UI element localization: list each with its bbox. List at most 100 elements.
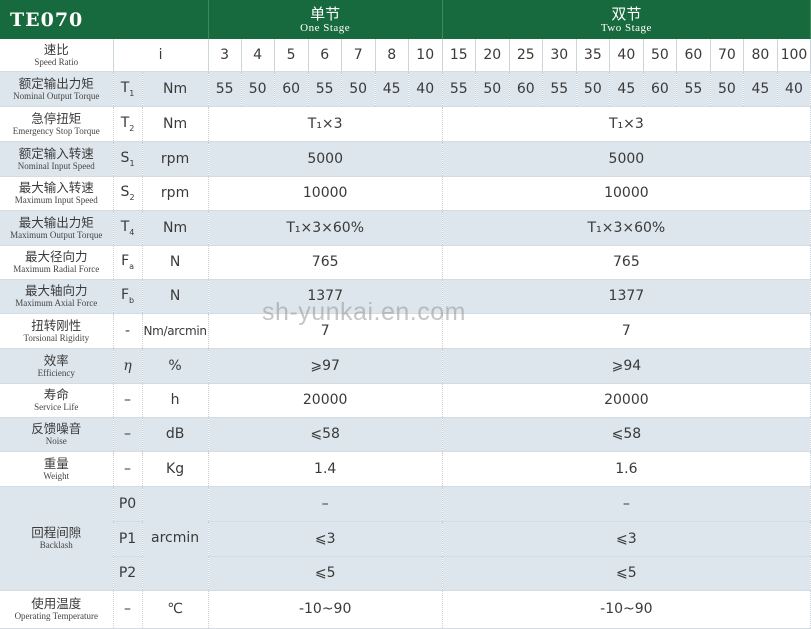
backlash-p2-label: P2 [113, 556, 143, 591]
torque-cell: 50 [241, 71, 275, 107]
life-two-stage: 20000 [442, 383, 811, 418]
unit-kg: Kg [142, 451, 209, 487]
row-noise: 反馈噪音 Noise – dB ⩽58 ⩽58 [0, 417, 811, 452]
ratio-cell: 40 [609, 39, 644, 72]
row-max-torque: 最大输出力矩 Maximum Output Torque T4 Nm T₁×3×6… [0, 210, 811, 246]
efficiency-one-stage: ⩾97 [208, 348, 443, 384]
ratio-cell: 50 [643, 39, 677, 72]
rated-speed-one-stage: 5000 [208, 141, 443, 177]
rigidity-two-stage: 7 [442, 313, 811, 349]
label-speed-ratio: 速比 Speed Ratio [0, 39, 114, 72]
symbol-dash: – [113, 383, 143, 418]
torque-cell: 55 [676, 71, 711, 107]
ratio-cell: 8 [375, 39, 409, 72]
label-rated-torque: 额定输出力矩 Nominal Output Torque [0, 71, 114, 107]
two-stage-en: Two Stage [600, 21, 652, 34]
unit-n: N [142, 279, 209, 314]
temperature-two-stage: -10~90 [442, 590, 811, 629]
backlash-p0-two-stage: – [442, 486, 811, 522]
life-one-stage: 20000 [208, 383, 443, 418]
max-torque-two-stage: T₁×3×60% [442, 210, 811, 246]
row-backlash-p1: P1 ⩽3 ⩽3 [0, 521, 811, 557]
torque-cell: 60 [643, 71, 677, 107]
symbol-dash: – [113, 590, 143, 629]
unit-h: h [142, 383, 209, 418]
torque-cell: 55 [308, 71, 342, 107]
unit-rpm: rpm [142, 141, 209, 177]
efficiency-two-stage: ⩾94 [442, 348, 811, 384]
label-weight: 重量 Weight [0, 451, 114, 487]
ratio-cell: 80 [743, 39, 778, 72]
symbol-dash: – [113, 451, 143, 487]
symbol-fa: Fa [113, 245, 143, 280]
label-max-torque: 最大输出力矩 Maximum Output Torque [0, 210, 114, 246]
symbol-dash: - [113, 313, 143, 349]
one-stage-header: 单节 One Stage [208, 0, 443, 39]
unit-rpm: rpm [142, 176, 209, 211]
backlash-p0-label: P0 [113, 486, 143, 522]
ratio-cell: 3 [208, 39, 242, 72]
one-stage-en: One Stage [300, 21, 351, 34]
label-temperature: 使用温度 Operating Temperature [0, 590, 114, 629]
backlash-p2-two-stage: ⩽5 [442, 556, 811, 591]
backlash-p1-two-stage: ⩽3 [442, 521, 811, 557]
unit-n: N [142, 245, 209, 280]
symbol-dash: – [113, 417, 143, 452]
label-rigidity: 扭转刚性 Torsional Rigidity [0, 313, 114, 349]
radial-two-stage: 765 [442, 245, 811, 280]
radial-one-stage: 765 [208, 245, 443, 280]
row-speed-ratio: 速比 Speed Ratio i 3 4 5 6 7 8 10 15 20 25 … [0, 39, 811, 72]
unit-celsius: ℃ [142, 590, 209, 629]
emergency-one-stage: T₁×3 [208, 106, 443, 142]
label-radial-force: 最大径向力 Maximum Radial Force [0, 245, 114, 280]
symbol-eta: η [113, 348, 143, 384]
ratio-cell: 6 [308, 39, 342, 72]
two-stage-header: 双节 Two Stage [442, 0, 811, 39]
label-service-life: 寿命 Service Life [0, 383, 114, 418]
torque-cell: 45 [375, 71, 409, 107]
unit-nm: Nm [142, 71, 209, 107]
row-emergency-torque: 急停扭矩 Emergency Stop Torque T2 Nm T₁×3 T₁×… [0, 106, 811, 142]
row-efficiency: 效率 Efficiency η % ⩾97 ⩾94 [0, 348, 811, 384]
symbol-fb: Fb [113, 279, 143, 314]
weight-one-stage: 1.4 [208, 451, 443, 487]
ratio-cell: 60 [676, 39, 711, 72]
max-torque-one-stage: T₁×3×60% [208, 210, 443, 246]
label-rated-speed: 额定输入转速 Nominal Input Speed [0, 141, 114, 177]
ratio-cell: 5 [274, 39, 309, 72]
row-temperature: 使用温度 Operating Temperature – ℃ -10~90 -10… [0, 590, 811, 629]
unit-percent: % [142, 348, 209, 384]
unit-db: dB [142, 417, 209, 452]
torque-cell: 40 [777, 71, 811, 107]
torque-cell: 50 [475, 71, 510, 107]
torque-cell: 40 [408, 71, 443, 107]
temperature-one-stage: -10~90 [208, 590, 443, 629]
torque-cell: 60 [274, 71, 309, 107]
label-efficiency: 效率 Efficiency [0, 348, 114, 384]
torque-cell: 50 [710, 71, 744, 107]
symbol-t4: T4 [113, 210, 143, 246]
torque-cell: 60 [509, 71, 543, 107]
ratio-cell: 7 [341, 39, 376, 72]
torque-cell: 45 [743, 71, 778, 107]
ratio-cell: 100 [777, 39, 811, 72]
row-backlash-p2: P2 ⩽5 ⩽5 [0, 556, 811, 591]
torque-cell: 50 [341, 71, 376, 107]
label-max-speed: 最大输入转速 Maximum Input Speed [0, 176, 114, 211]
emergency-two-stage: T₁×3 [442, 106, 811, 142]
ratio-cell: 4 [241, 39, 275, 72]
max-speed-two-stage: 10000 [442, 176, 811, 211]
backlash-p2-one-stage: ⩽5 [208, 556, 443, 591]
symbol-t2: T2 [113, 106, 143, 142]
label-backlash: 回程间隙 Backlash [0, 486, 114, 591]
row-axial-force: 最大轴向力 Maximum Axial Force Fb N 1377 1377 [0, 279, 811, 314]
torque-cell: 45 [609, 71, 644, 107]
ratio-cell: 15 [442, 39, 476, 72]
backlash-p0-one-stage: – [208, 486, 443, 522]
weight-two-stage: 1.6 [442, 451, 811, 487]
backlash-p1-one-stage: ⩽3 [208, 521, 443, 557]
noise-one-stage: ⩽58 [208, 417, 443, 452]
row-backlash-p0: 回程间隙 Backlash P0 arcmin – – [0, 486, 811, 591]
ratio-cell: 10 [408, 39, 443, 72]
torque-cell: 55 [542, 71, 577, 107]
